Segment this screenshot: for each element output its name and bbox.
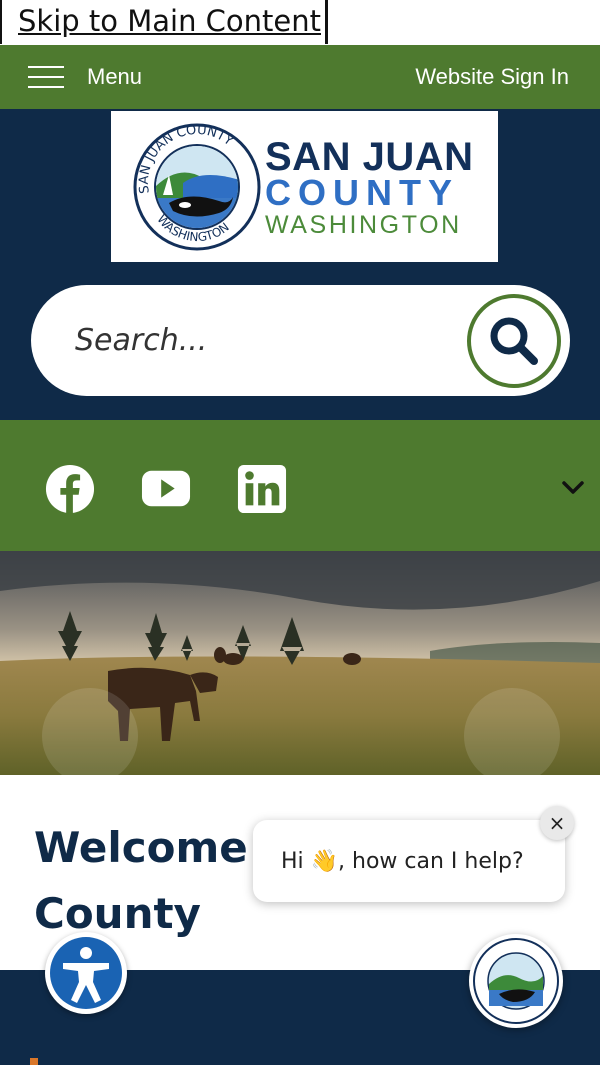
hero-image — [0, 551, 600, 775]
county-seal-icon: SAN JUAN COUNTY WASHINGTON — [133, 123, 261, 251]
chat-greeting-bubble[interactable]: Hi 👋, how can I help? — [253, 820, 565, 902]
social-bar — [0, 420, 600, 551]
search-input[interactable] — [75, 315, 455, 365]
close-icon: × — [548, 811, 566, 835]
chat-close-button[interactable]: × — [540, 806, 574, 840]
accessibility-button[interactable] — [45, 932, 127, 1014]
accent-bar — [30, 1058, 38, 1065]
website-sign-in-link[interactable]: Website Sign In — [415, 64, 569, 90]
search-bar — [31, 285, 570, 396]
menu-label: Menu — [87, 64, 143, 89]
site-header: SAN JUAN COUNTY WASHINGTON SAN JUAN COUN… — [0, 109, 600, 420]
skip-to-main-link[interactable]: Skip to Main Content — [0, 0, 328, 44]
search-icon — [490, 317, 538, 365]
logo-line-1: SAN JUAN — [265, 135, 474, 179]
county-seal-chat-icon — [473, 938, 559, 1024]
top-bar: Menu Website Sign In — [0, 45, 600, 109]
menu-button[interactable]: Menu — [28, 45, 142, 109]
hamburger-icon — [28, 64, 64, 90]
facebook-icon[interactable] — [44, 464, 96, 514]
logo-line-3: WASHINGTON — [265, 211, 462, 239]
chat-greeting-text: Hi 👋, how can I help? — [281, 848, 524, 874]
accessibility-icon — [50, 937, 122, 1009]
logo-line-2: COUNTY — [265, 172, 459, 213]
chat-launcher-button[interactable] — [469, 934, 563, 1028]
search-button[interactable] — [467, 294, 561, 388]
county-logo[interactable]: SAN JUAN COUNTY WASHINGTON SAN JUAN COUN… — [111, 111, 498, 262]
logo-wordmark: SAN JUAN COUNTY WASHINGTON — [265, 137, 473, 239]
linkedin-icon[interactable] — [236, 464, 288, 514]
youtube-icon[interactable] — [140, 464, 192, 514]
chevron-down-icon[interactable] — [560, 478, 586, 498]
hero-photo — [0, 551, 600, 775]
